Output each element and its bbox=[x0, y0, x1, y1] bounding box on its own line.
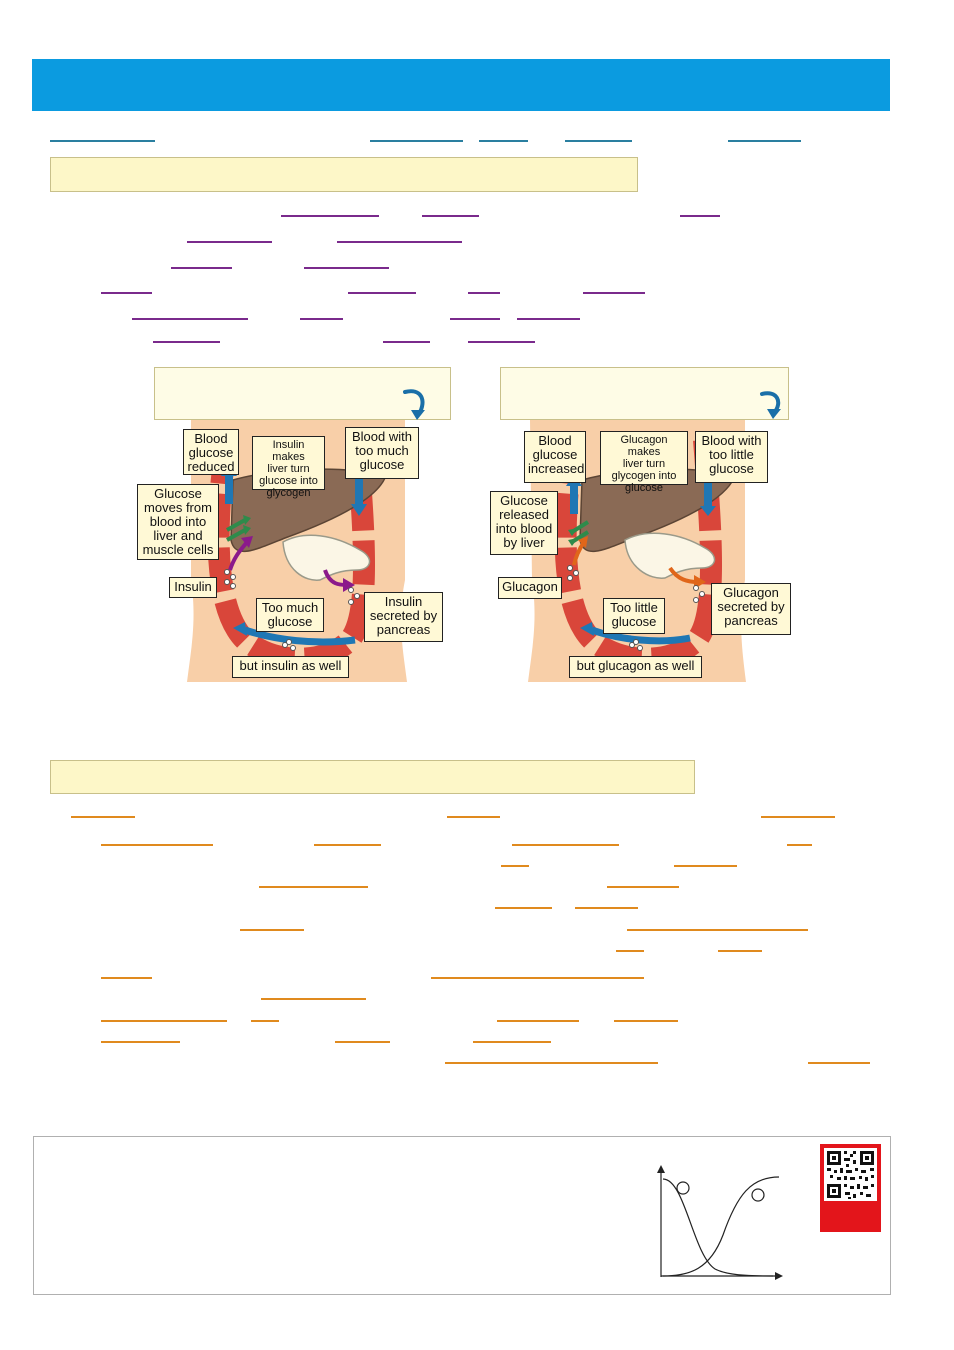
underlined-term bbox=[101, 977, 152, 979]
section-heading-bar bbox=[50, 760, 695, 794]
underlined-term bbox=[728, 140, 801, 142]
underlined-term bbox=[335, 1041, 390, 1043]
label-liver-action: Glucagon makes liver turn glycogen into … bbox=[600, 431, 688, 494]
underlined-term bbox=[314, 844, 381, 846]
underlined-term bbox=[501, 865, 529, 867]
underlined-term bbox=[445, 1062, 658, 1064]
underlined-term bbox=[614, 1020, 678, 1022]
underlined-term bbox=[101, 1020, 227, 1022]
label-too-little-glucose-gut: Too little glucose bbox=[603, 598, 665, 634]
curved-arrow-icon bbox=[403, 389, 425, 420]
label-glucose-moves: Glucose moves from blood into liver and … bbox=[137, 484, 219, 560]
underlined-term bbox=[616, 950, 644, 952]
underlined-term bbox=[50, 140, 155, 142]
label-too-much-glucose-gut: Too much glucose bbox=[256, 598, 324, 632]
label-glucagon-secreted: Glucagon secreted by pancreas bbox=[711, 583, 791, 635]
label-too-little-glucose-blood: Blood with too little glucose bbox=[695, 431, 768, 483]
underlined-term bbox=[153, 341, 220, 343]
underlined-term bbox=[627, 929, 808, 931]
underlined-term bbox=[583, 292, 645, 294]
underlined-term bbox=[300, 318, 343, 320]
underlined-term bbox=[450, 318, 500, 320]
underlined-term bbox=[71, 816, 135, 818]
underlined-term bbox=[431, 977, 644, 979]
label-but-insulin: but insulin as well bbox=[232, 656, 349, 678]
label-but-glucagon: but glucagon as well bbox=[569, 656, 702, 678]
underlined-term bbox=[132, 318, 248, 320]
label-glucose-released: Glucose released into blood by liver bbox=[490, 491, 558, 555]
label-insulin-secreted: Insulin secreted by pancreas bbox=[364, 592, 443, 642]
underlined-term bbox=[495, 907, 552, 909]
curve-marker-b bbox=[751, 1188, 765, 1202]
underlined-term bbox=[259, 886, 368, 888]
underlined-term bbox=[517, 318, 580, 320]
underlined-term bbox=[497, 1020, 579, 1022]
label-blood-glucose-reduced: Blood glucose reduced bbox=[183, 429, 239, 475]
underlined-term bbox=[251, 1020, 279, 1022]
underlined-term bbox=[479, 140, 528, 142]
underlined-term bbox=[101, 292, 152, 294]
underlined-term bbox=[607, 886, 679, 888]
underlined-term bbox=[348, 292, 416, 294]
section-heading-bar bbox=[50, 157, 638, 192]
page-header-band bbox=[32, 59, 890, 111]
curve-marker-a bbox=[676, 1181, 690, 1195]
underlined-term bbox=[468, 292, 500, 294]
underlined-term bbox=[337, 241, 462, 243]
underlined-term bbox=[281, 215, 379, 217]
label-insulin: Insulin bbox=[169, 577, 217, 598]
underlined-term bbox=[680, 215, 720, 217]
underlined-term bbox=[808, 1062, 870, 1064]
underlined-term bbox=[787, 844, 812, 846]
underlined-term bbox=[171, 267, 232, 269]
underlined-term bbox=[370, 140, 463, 142]
insulin-diagram: Blood glucose reduced Insulin makes live… bbox=[135, 420, 450, 682]
diagram-caption-card-insulin bbox=[154, 367, 451, 420]
underlined-term bbox=[240, 929, 304, 931]
underlined-term bbox=[383, 341, 430, 343]
underlined-term bbox=[468, 341, 535, 343]
underlined-term bbox=[512, 844, 619, 846]
underlined-term bbox=[565, 140, 632, 142]
underlined-term bbox=[718, 950, 762, 952]
mini-hormone-graph bbox=[657, 1165, 783, 1280]
label-blood-glucose-increased: Blood glucose increased bbox=[524, 431, 586, 483]
underlined-term bbox=[422, 215, 479, 217]
glucagon-diagram: Blood glucose increased Glucagon makes l… bbox=[490, 420, 795, 682]
label-too-much-glucose-blood: Blood with too much glucose bbox=[345, 427, 419, 479]
underlined-term bbox=[575, 907, 638, 909]
underlined-term bbox=[473, 1041, 551, 1043]
diagram-caption-card-glucagon bbox=[500, 367, 789, 420]
underlined-term bbox=[674, 865, 737, 867]
underlined-term bbox=[187, 241, 272, 243]
underlined-term bbox=[761, 816, 835, 818]
underlined-term bbox=[304, 267, 389, 269]
label-glucagon: Glucagon bbox=[498, 577, 562, 599]
underlined-term bbox=[101, 1041, 180, 1043]
underlined-term bbox=[101, 844, 213, 846]
underlined-term bbox=[447, 816, 500, 818]
qr-code-tab[interactable] bbox=[820, 1144, 881, 1232]
label-liver-action: Insulin makes liver turn glucose into gl… bbox=[252, 436, 325, 499]
curved-arrow-icon bbox=[760, 391, 781, 419]
qr-code-icon[interactable] bbox=[824, 1148, 877, 1201]
underlined-term bbox=[261, 998, 366, 1000]
